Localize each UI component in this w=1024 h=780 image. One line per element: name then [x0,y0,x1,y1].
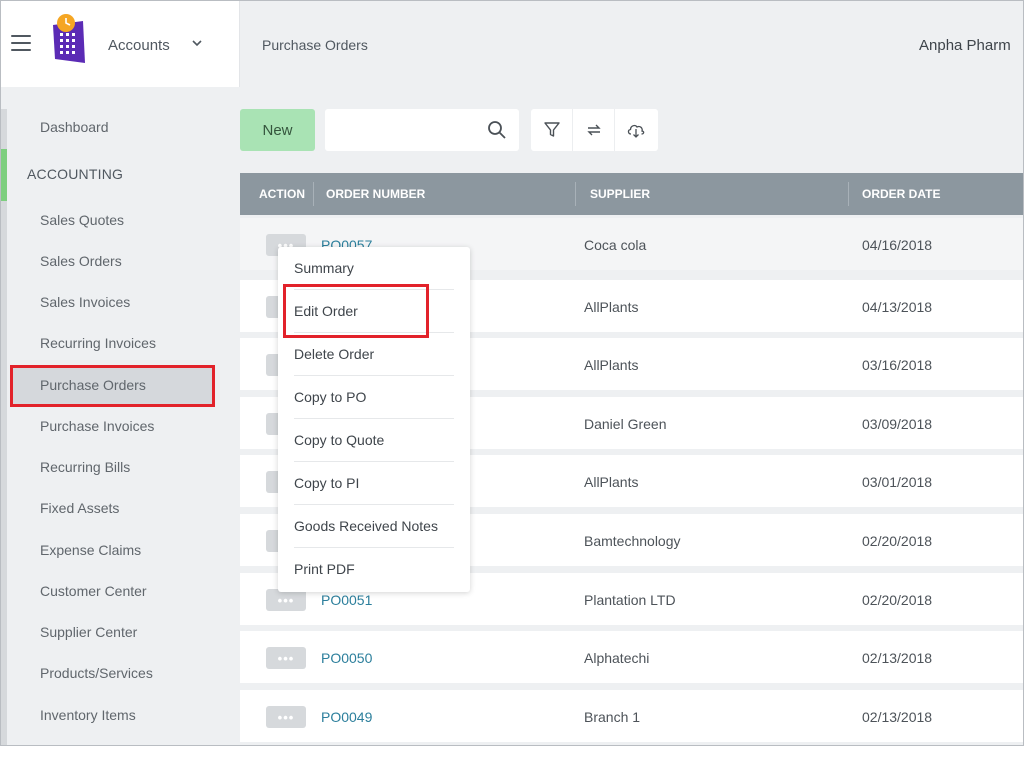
sidebar-section-accounting[interactable]: ACCOUNTING [27,166,123,182]
supplier-cell: AllPlants [584,357,639,373]
menu-item-copy-to-po[interactable]: Copy to PO [294,376,454,419]
supplier-cell: Bamtechnology [584,533,681,549]
menu-item-delete-order[interactable]: Delete Order [294,333,454,376]
highlight-box-edit-order [283,284,429,338]
sidebar-item-products-services[interactable]: Products/Services [40,665,153,681]
supplier-cell: Plantation LTD [584,592,676,608]
toolbar-actions [531,109,658,151]
sidebar-item-expense-claims[interactable]: Expense Claims [40,542,141,558]
sidebar-item-customer-center[interactable]: Customer Center [40,583,147,599]
supplier-cell: Daniel Green [584,416,667,432]
app-switcher-label[interactable]: Accounts [108,37,170,54]
menu-item-copy-to-quote[interactable]: Copy to Quote [294,419,454,462]
supplier-cell: Alphatechi [584,650,650,666]
refresh-button[interactable] [573,109,615,151]
column-header-supplier[interactable]: SUPPLIER [590,187,650,201]
sidebar-item-sales-quotes[interactable]: Sales Quotes [40,212,124,228]
order-number-link[interactable]: PO0049 [321,709,372,725]
sidebar-active-indicator [1,149,7,201]
brand-area: Accounts [1,1,240,87]
filter-button[interactable] [531,109,573,151]
sidebar-item-fixed-assets[interactable]: Fixed Assets [40,500,119,516]
menu-item-copy-to-pi[interactable]: Copy to PI [294,462,454,505]
column-header-order-number[interactable]: ORDER NUMBER [326,187,425,201]
supplier-cell: AllPlants [584,299,639,315]
order-date-cell: 03/16/2018 [862,357,933,373]
app-logo-icon [53,14,85,63]
table-header: ACTION ORDER NUMBER SUPPLIER ORDER DATE [240,173,1023,215]
top-bar: Accounts Purchase Orders Anpha Pharm [1,1,1023,87]
refresh-icon [586,124,601,136]
column-header-order-date[interactable]: ORDER DATE [862,187,940,201]
row-action-button[interactable]: ••• [266,706,306,728]
order-date-cell: 04/13/2018 [862,299,933,315]
menu-item-print-pdf[interactable]: Print PDF [294,548,454,591]
order-date-cell: 02/13/2018 [862,709,933,725]
supplier-cell: Branch 1 [584,709,641,725]
company-name[interactable]: Anpha Pharm [919,37,1011,54]
header-main: Purchase Orders Anpha Pharm [241,1,1023,87]
order-date-cell: 02/20/2018 [862,533,933,549]
row-action-button[interactable]: ••• [266,589,306,611]
table-row[interactable]: ••• PO0049 Branch 1 02/13/2018 [240,690,1023,742]
row-action-button[interactable]: ••• [266,647,306,669]
table-row[interactable]: ••• PO0050 Alphatechi 02/13/2018 [240,631,1023,683]
order-date-cell: 02/13/2018 [862,650,933,666]
sidebar-item-supplier-center[interactable]: Supplier Center [40,624,137,640]
sidebar-rail [1,109,7,745]
page-title: Purchase Orders [262,37,368,53]
order-number-link[interactable]: PO0050 [321,650,372,666]
supplier-cell: Coca cola [584,237,647,253]
search-icon[interactable] [487,120,507,140]
highlight-box-purchase-orders [10,365,215,407]
order-date-cell: 03/01/2018 [862,474,933,490]
column-header-action: ACTION [259,187,305,201]
sidebar-item-recurring-invoices[interactable]: Recurring Invoices [40,335,156,351]
filter-icon [543,122,560,137]
order-date-cell: 04/16/2018 [862,237,933,253]
new-button[interactable]: New [240,109,315,151]
menu-item-goods-received-notes[interactable]: Goods Received Notes [294,505,454,548]
cloud-download-icon [627,124,645,138]
app-window: Accounts Purchase Orders Anpha Pharm Das… [0,0,1024,746]
order-date-cell: 03/09/2018 [862,416,933,432]
order-date-cell: 02/20/2018 [862,592,933,608]
download-button[interactable] [615,109,657,151]
sidebar-item-sales-invoices[interactable]: Sales Invoices [40,294,130,310]
hamburger-menu-icon[interactable] [11,35,31,51]
sidebar-item-dashboard[interactable]: Dashboard [40,119,109,135]
sidebar: Dashboard ACCOUNTING Sales Quotes Sales … [1,109,240,745]
sidebar-item-sales-orders[interactable]: Sales Orders [40,253,122,269]
sidebar-item-inventory-items[interactable]: Inventory Items [40,707,136,723]
supplier-cell: AllPlants [584,474,639,490]
chevron-down-icon[interactable] [191,37,203,52]
order-number-link[interactable]: PO0051 [321,592,372,608]
sidebar-item-purchase-invoices[interactable]: Purchase Invoices [40,418,154,434]
sidebar-item-recurring-bills[interactable]: Recurring Bills [40,459,130,475]
